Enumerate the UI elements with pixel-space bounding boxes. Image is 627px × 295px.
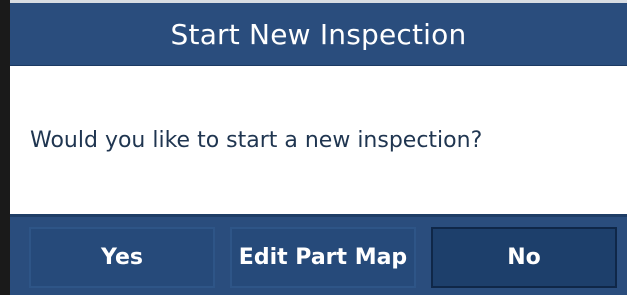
start-inspection-dialog: Start New Inspection Would you like to s… bbox=[10, 0, 627, 295]
dialog-body: Would you like to start a new inspection… bbox=[10, 66, 627, 214]
dialog-message: Would you like to start a new inspection… bbox=[30, 127, 483, 153]
dialog-title: Start New Inspection bbox=[170, 17, 467, 51]
dialog-button-bar: Yes Edit Part Map No bbox=[10, 214, 627, 295]
yes-button[interactable]: Yes bbox=[29, 227, 215, 288]
no-button[interactable]: No bbox=[431, 227, 617, 288]
dialog-title-bar: Start New Inspection bbox=[10, 0, 627, 66]
edit-part-map-button[interactable]: Edit Part Map bbox=[230, 227, 416, 288]
